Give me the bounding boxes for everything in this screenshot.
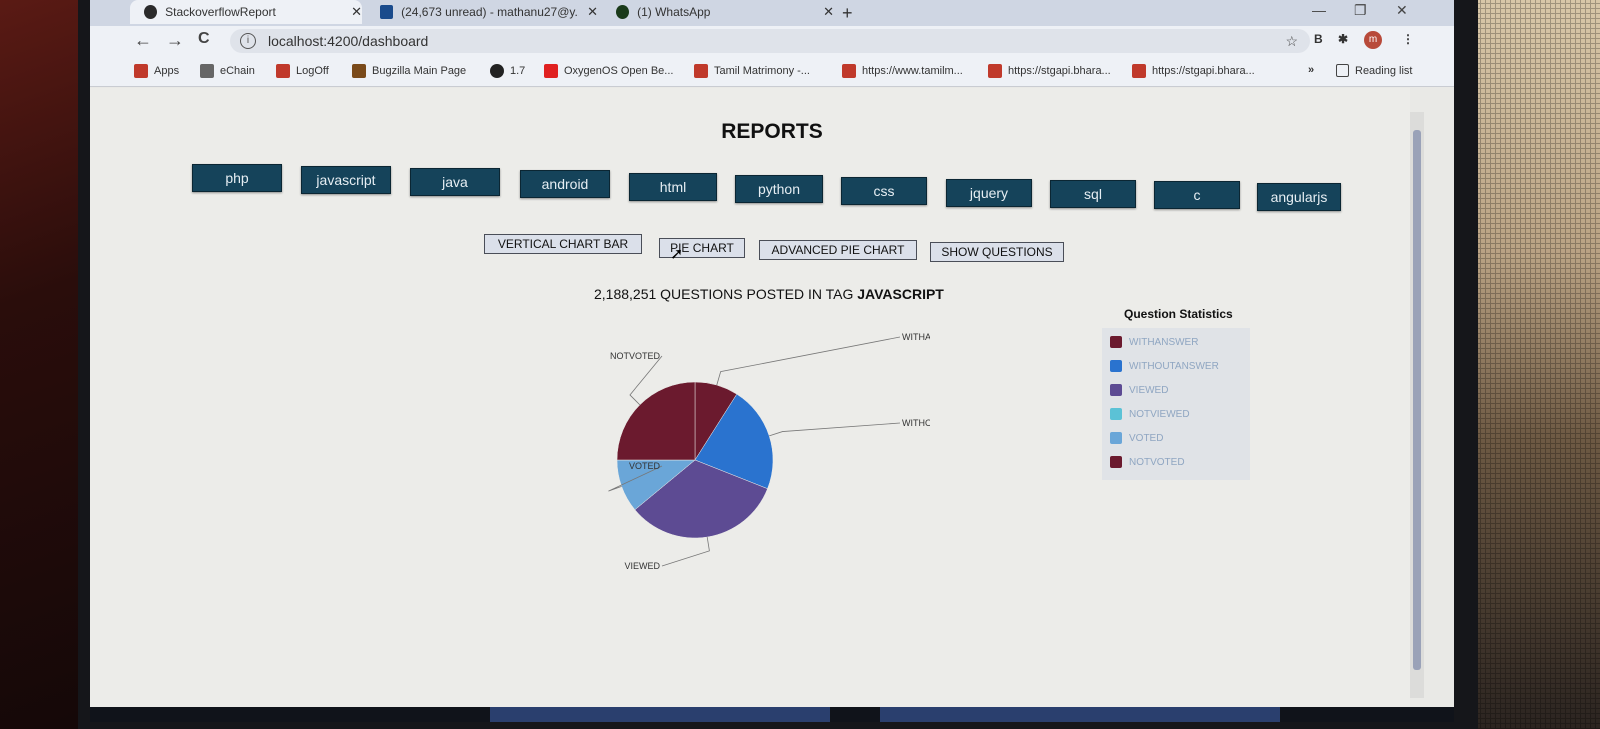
bookmark-favicon-icon: [694, 64, 708, 78]
browser-toolbar: ← → C i localhost:4200/dashboard ☆ B ✱ m…: [90, 26, 1454, 56]
oxygenos-icon: [544, 64, 558, 78]
bookmark-favicon-icon: [1132, 64, 1146, 78]
vertical-chart-bar-button[interactable]: VERTICAL CHART BAR: [484, 234, 642, 254]
taskbar: [90, 707, 1454, 722]
legend-swatch: [1110, 432, 1122, 444]
legend-swatch: [1110, 360, 1122, 372]
bookmark-oxygenos[interactable]: OxygenOS Open Be...: [544, 64, 673, 78]
tab-whatsapp[interactable]: (1) WhatsApp ✕: [602, 0, 834, 24]
pie-slice-notvoted[interactable]: [616, 381, 696, 461]
restore-button[interactable]: ❐: [1354, 2, 1367, 19]
profile-avatar[interactable]: m: [1364, 31, 1382, 49]
legend-swatch: [1110, 456, 1122, 468]
tab-stackoverflowreport[interactable]: StackoverflowReport ✕: [130, 0, 362, 24]
pie-slice-label: NOTVOTED: [610, 351, 661, 361]
legend-item-notviewed[interactable]: NOTVIEWED: [1110, 408, 1190, 420]
legend-item-viewed[interactable]: VIEWED: [1110, 384, 1168, 396]
browser-menu-icon[interactable]: ⋮: [1402, 32, 1414, 46]
tag-button-c[interactable]: c: [1154, 181, 1240, 209]
bookmark-tamilm[interactable]: https://www.tamilm...: [842, 64, 963, 78]
bookmark-logoff[interactable]: LogOff: [276, 64, 329, 78]
legend-swatch: [1110, 408, 1122, 420]
show-questions-button[interactable]: SHOW QUESTIONS: [930, 242, 1064, 262]
bookmark-favicon-icon: [842, 64, 856, 78]
forward-button[interactable]: →: [166, 30, 184, 51]
bookmark-1-7[interactable]: 1.7: [490, 64, 525, 78]
legend-title: Question Statistics: [1124, 307, 1233, 321]
tag-button-python[interactable]: python: [735, 175, 823, 203]
tag-button-php[interactable]: php: [192, 164, 282, 192]
advanced-pie-chart-button[interactable]: ADVANCED PIE CHART: [759, 240, 917, 260]
bookmark-tamil-matrimony[interactable]: Tamil Matrimony -...: [694, 64, 810, 78]
bookmark-stgapi-2[interactable]: https://stgapi.bhara...: [1132, 64, 1255, 78]
taskbar-segment: [880, 707, 1280, 722]
address-bar[interactable]: i localhost:4200/dashboard ☆: [230, 29, 1310, 53]
bugzilla-icon: [352, 64, 366, 78]
tag-button-css[interactable]: css: [841, 177, 927, 205]
mail-icon: [380, 5, 394, 19]
pie-slice-label: VIEWED: [624, 561, 660, 571]
new-tab-button[interactable]: +: [842, 3, 853, 24]
legend-item-withoutanswer[interactable]: WITHOUTANSWER: [1110, 360, 1219, 372]
bookmark-stgapi-1[interactable]: https://stgapi.bhara...: [988, 64, 1111, 78]
tag-button-sql[interactable]: sql: [1050, 180, 1136, 208]
scrollbar-thumb[interactable]: [1413, 130, 1421, 670]
tag-button-android[interactable]: android: [520, 170, 610, 198]
reload-button[interactable]: C: [198, 30, 210, 48]
pie-leader-line: [716, 336, 901, 386]
tab-strip: StackoverflowReport ✕ (24,673 unread) - …: [90, 0, 1454, 28]
bookmark-bugzilla[interactable]: Bugzilla Main Page: [352, 64, 466, 78]
url-text[interactable]: localhost:4200/dashboard: [268, 33, 428, 49]
pie-slice-label: WITHANSWER: [902, 332, 930, 342]
angular-icon: [144, 5, 158, 19]
questions-headline: 2,188,251 QUESTIONS POSTED IN TAG JAVASC…: [594, 286, 944, 302]
globe-icon: [490, 64, 504, 78]
bookmark-favicon-icon: [988, 64, 1002, 78]
tag-button-html[interactable]: html: [629, 173, 717, 201]
pie-leader-line: [661, 536, 710, 567]
bookmarks-bar: Apps eChain LogOff Bugzilla Main Page 1.…: [90, 56, 1454, 87]
pie-chart: WITHANSWER WITHOUTANS... VIEWED VOTED NOTVOT…: [608, 332, 930, 571]
reading-list-button[interactable]: Reading list: [1336, 64, 1412, 77]
bookmark-favicon-icon: [276, 64, 290, 78]
minimize-button[interactable]: —: [1312, 2, 1326, 18]
reading-list-icon: [1336, 64, 1349, 77]
mouse-cursor-icon: ➚: [670, 246, 684, 263]
pie-slice-label: WITHOUTANS...: [902, 418, 930, 428]
browser-window: StackoverflowReport ✕ (24,673 unread) - …: [90, 0, 1454, 722]
chart-legend: WITHANSWER WITHOUTANSWER VIEWED NOTVIEWE…: [1102, 328, 1250, 480]
extension-b-icon[interactable]: B: [1314, 32, 1323, 46]
site-info-icon[interactable]: i: [240, 33, 256, 49]
tag-button-javascript[interactable]: javascript: [301, 166, 391, 194]
tag-button-jquery[interactable]: jquery: [946, 179, 1032, 207]
close-tab-icon[interactable]: ✕: [587, 4, 598, 20]
tab-mail[interactable]: (24,673 unread) - mathanu27@y... ✕: [366, 0, 598, 24]
pie-slice-label: VOTED: [629, 461, 661, 471]
more-bookmarks-button[interactable]: »: [1308, 64, 1314, 76]
image-icon: [200, 64, 214, 78]
legend-item-notvoted[interactable]: NOTVOTED: [1110, 456, 1185, 468]
pie-leader-line: [769, 422, 901, 437]
legend-swatch: [1110, 384, 1122, 396]
tag-button-java[interactable]: java: [410, 168, 500, 196]
bookmark-apps[interactable]: Apps: [134, 64, 179, 78]
legend-item-withanswer[interactable]: WITHANSWER: [1110, 336, 1198, 348]
taskbar-segment: [490, 707, 830, 722]
bookmark-star-icon[interactable]: ☆: [1285, 33, 1298, 50]
whatsapp-icon: [616, 5, 630, 19]
legend-item-voted[interactable]: VOTED: [1110, 432, 1163, 444]
close-tab-icon[interactable]: ✕: [823, 4, 834, 20]
page-title: REPORTS: [721, 120, 823, 143]
back-button[interactable]: ←: [134, 30, 152, 51]
page-scrollbar[interactable]: [1410, 112, 1424, 698]
legend-swatch: [1110, 336, 1122, 348]
headline-tag: JAVASCRIPT: [857, 286, 944, 302]
tag-button-angularjs[interactable]: angularjs: [1257, 183, 1341, 211]
extensions-puzzle-icon[interactable]: ✱: [1338, 32, 1348, 46]
apps-grid-icon: [134, 64, 148, 78]
bookmark-echain[interactable]: eChain: [200, 64, 255, 78]
window-close-button[interactable]: ✕: [1396, 2, 1408, 19]
close-tab-icon[interactable]: ✕: [351, 4, 362, 20]
